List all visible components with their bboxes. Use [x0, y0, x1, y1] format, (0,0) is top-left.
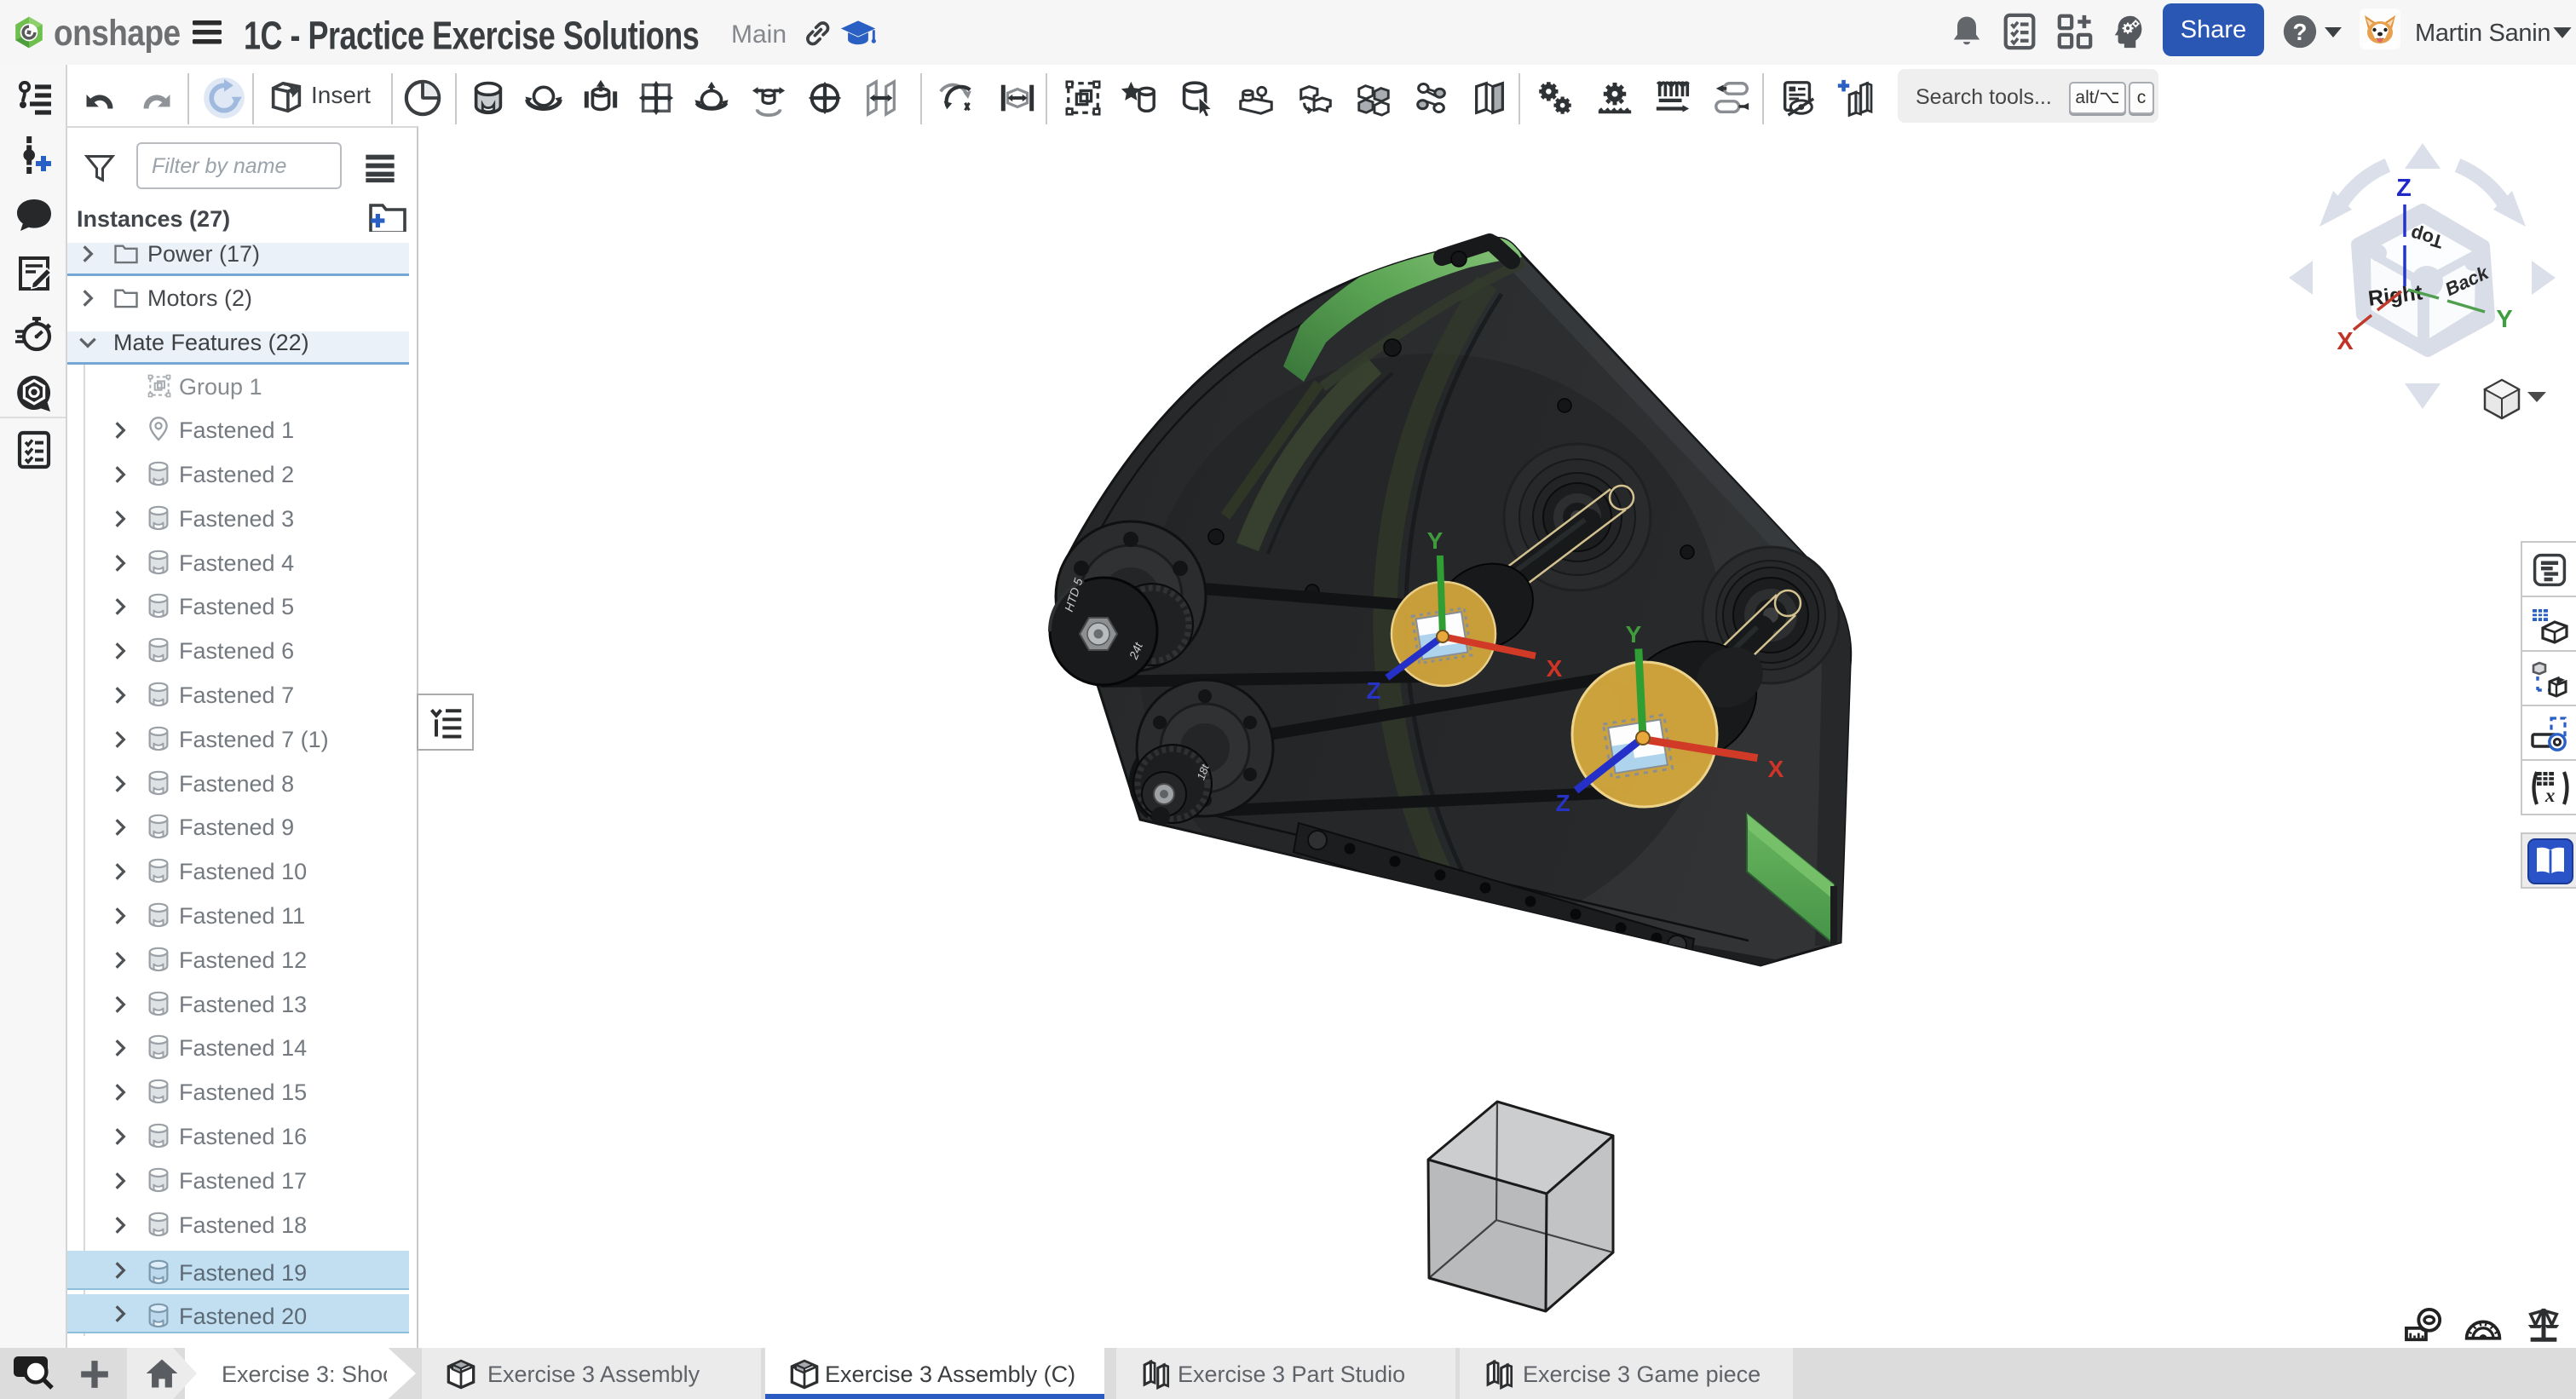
svg-text:X: X [1547, 655, 1563, 682]
svg-text:X: X [2337, 328, 2354, 355]
svg-text:Y: Y [1626, 621, 1642, 648]
svg-text:x: x [2544, 785, 2556, 806]
svg-text:Z: Z [1366, 677, 1380, 704]
svg-text:Z: Z [2396, 175, 2412, 202]
svg-text:Y: Y [1427, 527, 1444, 554]
svg-text:Z: Z [1555, 790, 1570, 816]
svg-text:Y: Y [2496, 306, 2512, 333]
svg-text:X: X [1768, 756, 1784, 782]
svg-text:?: ? [2293, 19, 2308, 45]
